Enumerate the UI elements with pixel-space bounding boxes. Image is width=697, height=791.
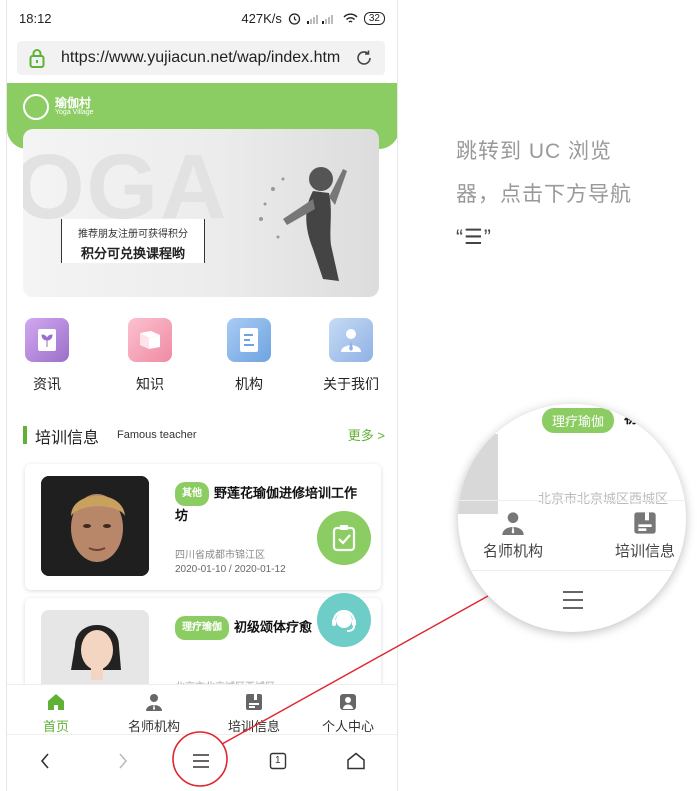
phone-screen: 18:12 427K/s 32 https://www.yujiacun.net… [6, 0, 398, 791]
category-label: 资讯 [33, 376, 61, 392]
instruction-text: 跳转到 UC 浏览 器，点击下方导航 “☰” [456, 130, 656, 259]
url-text[interactable]: https://www.yujiacun.net/wap/index.htm [61, 49, 340, 67]
zoom-nav-teachers: 名师机构 [468, 511, 558, 561]
lock-icon [29, 49, 45, 68]
section-accent-bar [23, 426, 27, 444]
support-fab[interactable] [317, 593, 371, 647]
zoom-nav-label: 培训信息 [614, 543, 675, 560]
logo-title: 瑜伽村 [55, 96, 92, 110]
network-speed: 427K/s [241, 11, 282, 26]
forward-icon [119, 753, 128, 769]
nav-profile[interactable]: 个人中心 [313, 693, 383, 735]
instruction-line-2: 器，点击下方导航 [456, 183, 632, 206]
back-icon [40, 753, 49, 769]
category-institution[interactable]: 机构 [219, 318, 279, 394]
home-icon [347, 752, 365, 770]
document-icon [227, 318, 271, 362]
card-tag: 其他 [175, 482, 209, 506]
nav-label: 首页 [42, 719, 69, 734]
menu-icon [563, 591, 583, 609]
status-time: 18:12 [19, 11, 52, 26]
reload-icon[interactable] [355, 49, 373, 67]
promo-line-2: 积分可兑换课程哟 [80, 246, 185, 261]
teacher-icon [502, 512, 524, 535]
address-bar[interactable]: https://www.yujiacun.net/wap/index.htm [17, 41, 385, 75]
category-label: 关于我们 [323, 376, 379, 392]
yoga-figure-image [259, 167, 347, 281]
zoom-tag: 理疗瑜伽 [542, 408, 615, 433]
nav-label: 个人中心 [321, 719, 374, 734]
site-logo[interactable]: 瑜伽村 Yoga Village [23, 94, 94, 120]
site-bottom-nav: 首页 名师机构 培训信息 个人中心 [7, 684, 397, 735]
zoom-title-fragment: 初 [624, 410, 638, 426]
person-icon [329, 318, 373, 362]
nav-label: 名师机构 [127, 719, 180, 734]
instruction-line-3: “☰” [456, 226, 492, 249]
category-row: 资讯 知识 机构 关于我们 [7, 318, 397, 398]
card-dates: 2020-01-10 / 2020-01-12 [175, 564, 286, 575]
battery-indicator: 32 [363, 12, 385, 25]
browser-home-button[interactable] [344, 749, 368, 773]
status-icons: 427K/s 32 [241, 11, 385, 26]
promo-box: 推荐朋友注册可获得积分 积分可兑换课程哟 [61, 219, 205, 263]
clipboard-check-icon [332, 525, 356, 552]
headset-icon [332, 609, 356, 632]
browser-toolbar: 1 [7, 734, 397, 786]
user-icon [340, 694, 356, 710]
promo-banner[interactable]: OGA 推荐朋友注册可获得积分 积分可兑换课程哟 [23, 129, 379, 297]
info-icon [246, 694, 262, 710]
menu-button[interactable] [189, 749, 213, 773]
zoom-callout: 理疗瑜伽 初 北京市北京城区西城区 名师机构 培训信息 [458, 404, 686, 632]
checklist-fab[interactable] [317, 511, 371, 565]
teacher-photo [41, 476, 149, 576]
forward-button[interactable] [111, 749, 135, 773]
zoom-card-area: 理疗瑜伽 初 北京市北京城区西城区 [458, 404, 686, 514]
status-bar: 18:12 427K/s 32 [7, 0, 397, 36]
sprout-icon [25, 318, 69, 362]
category-knowledge[interactable]: 知识 [120, 318, 180, 394]
home-icon [48, 694, 64, 710]
promo-line-1: 推荐朋友注册可获得积分 [78, 229, 188, 240]
alarm-icon [288, 13, 301, 25]
instruction-line-1: 跳转到 UC 浏览 [456, 140, 612, 163]
nav-teachers[interactable]: 名师机构 [119, 693, 189, 735]
nav-training[interactable]: 培训信息 [219, 693, 289, 735]
nav-home[interactable]: 首页 [21, 693, 91, 735]
zoom-nav-label: 名师机构 [482, 543, 543, 560]
section-subtitle: Famous teacher [117, 429, 197, 441]
info-icon [634, 512, 656, 534]
teacher-icon [146, 694, 162, 711]
category-label: 知识 [136, 376, 164, 392]
category-label: 机构 [235, 376, 263, 392]
section-header: 培训信息 Famous teacher 更多 > [23, 424, 385, 447]
tabs-button[interactable]: 1 [266, 749, 290, 773]
category-about[interactable]: 关于我们 [318, 318, 384, 394]
book-icon [128, 318, 172, 362]
wifi-icon [343, 13, 358, 23]
logo-emblem-icon [23, 94, 49, 120]
card-tag: 理疗瑜伽 [175, 616, 229, 640]
section-title: 培训信息 [35, 430, 100, 447]
card-location: 四川省成都市锦江区 [175, 550, 265, 561]
logo-subtitle: Yoga Village [55, 109, 94, 116]
signal-icon [306, 15, 333, 24]
zoom-browser-bar [458, 570, 686, 632]
nav-label: 培训信息 [227, 719, 280, 734]
category-news[interactable]: 资讯 [17, 318, 77, 394]
zoom-nav: 名师机构 培训信息 [458, 500, 686, 570]
card-title-text: 初级颂体疗愈 [234, 619, 313, 635]
more-link[interactable]: 更多 > [348, 425, 385, 444]
zoom-nav-training: 培训信息 [600, 511, 686, 561]
menu-icon [193, 754, 209, 768]
tabs-count: 1 [275, 755, 281, 766]
back-button[interactable] [33, 749, 57, 773]
